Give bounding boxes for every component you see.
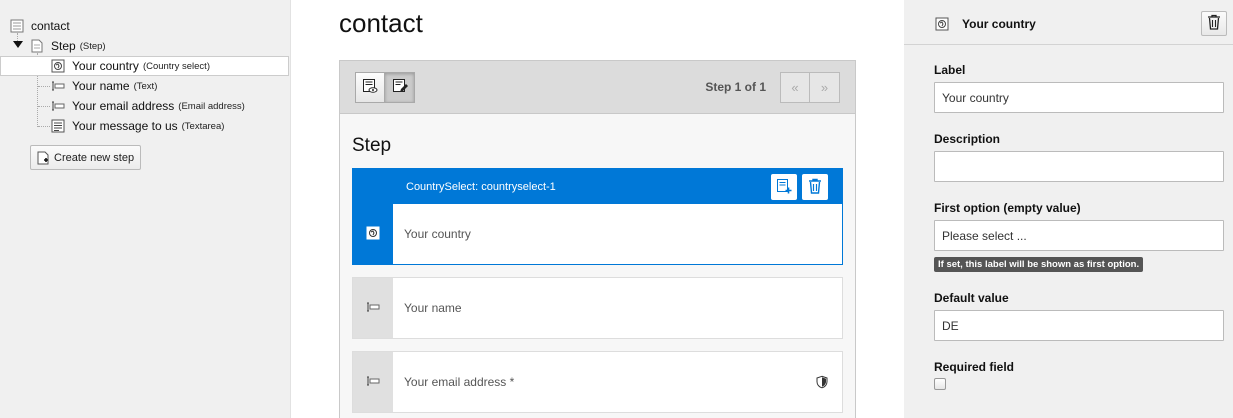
tree-item-label: contact: [31, 19, 70, 33]
element-actions: [771, 174, 828, 200]
tree-item-label: Your name: [72, 79, 130, 93]
tree-item-type: (Country select): [142, 60, 210, 72]
required-field-caption: Required field: [934, 360, 1015, 374]
form-element-email[interactable]: Your email address *: [352, 351, 843, 413]
country-select-icon: [51, 59, 65, 73]
form-element-text[interactable]: Your name: [352, 277, 843, 339]
element-type-strip: [353, 352, 393, 412]
stage-toolbar: Step 1 of 1 « »: [340, 61, 855, 114]
first-option-input[interactable]: [934, 220, 1224, 251]
tree-item-step[interactable]: Step (Step): [30, 36, 106, 56]
tree-item-email[interactable]: Your email address (Email address): [51, 96, 245, 116]
tree-guide-line: [38, 86, 50, 87]
description-input[interactable]: [934, 151, 1224, 182]
form-element-country-select[interactable]: CountrySelect: countryselect-1 Your coun…: [352, 168, 843, 265]
edit-form-icon: [392, 78, 408, 97]
form-stage-panel: Step 1 of 1 « » Step CountrySelect: coun…: [339, 60, 856, 418]
label-caption: Label: [934, 63, 966, 77]
tree-item-form-root[interactable]: contact: [10, 16, 70, 36]
add-element-icon: [776, 178, 792, 197]
default-value-caption: Default value: [934, 291, 1009, 305]
tree-item-type: (Email address): [178, 100, 245, 112]
next-step-button[interactable]: »: [810, 72, 840, 103]
tree-guide-line: [38, 106, 50, 107]
tree-guide-line: [38, 126, 50, 127]
create-new-step-label: Create new step: [54, 151, 135, 164]
trash-icon: [808, 178, 822, 197]
delete-element-button[interactable]: [802, 174, 828, 200]
text-field-icon: [366, 300, 380, 317]
step-indicator: Step 1 of 1: [705, 80, 766, 94]
tree-item-type: (Text): [133, 80, 158, 92]
inspector-panel: Your country Label Description First opt…: [904, 0, 1233, 418]
inspector-header: Your country: [904, 0, 1233, 45]
tree-item-country[interactable]: Your country (Country select): [0, 56, 289, 76]
label-input[interactable]: [934, 82, 1224, 113]
view-mode-switch: [355, 72, 415, 103]
preview-mode-button[interactable]: [355, 72, 385, 103]
form-icon: [10, 19, 24, 33]
remove-element-button[interactable]: [1201, 11, 1227, 36]
trash-icon: [1207, 14, 1221, 33]
abstract-mode-button[interactable]: [385, 72, 415, 103]
element-type-strip: [353, 278, 393, 338]
tree-item-type: (Step): [79, 40, 106, 52]
element-label: Your name: [404, 301, 462, 315]
step-pager: « »: [780, 72, 840, 103]
tree-item-label: Step: [51, 39, 76, 53]
element-label: Your email address *: [404, 375, 515, 389]
tree-item-label: Your email address: [72, 99, 175, 113]
tree-item-label: Your message to us: [72, 119, 178, 133]
collapse-caret-icon[interactable]: [13, 41, 23, 48]
tree-item-name[interactable]: Your name (Text): [51, 76, 157, 96]
description-caption: Description: [934, 132, 1001, 146]
text-field-icon: [51, 79, 65, 93]
validator-shield-icon: [816, 375, 828, 389]
page-title: contact: [339, 8, 423, 38]
create-new-step-button[interactable]: Create new step: [30, 145, 142, 170]
country-select-icon: [935, 17, 949, 31]
step-heading: Step: [352, 135, 392, 156]
country-select-icon: [366, 226, 380, 243]
preview-icon: [362, 78, 378, 97]
form-element-tree: contact Step (Step) Your country (Countr…: [0, 0, 291, 418]
required-field-checkbox[interactable]: [934, 378, 946, 390]
tree-item-type: (Textarea): [181, 120, 225, 132]
email-field-icon: [366, 374, 380, 391]
email-field-icon: [51, 99, 65, 113]
element-body-row: Your country: [353, 204, 842, 264]
element-body: Your email address *: [393, 352, 842, 412]
element-identifier: CountrySelect: countryselect-1: [406, 180, 556, 193]
element-label: Your country: [393, 204, 842, 264]
element-type-strip: [353, 204, 393, 264]
first-option-caption: First option (empty value): [934, 201, 1081, 215]
page-icon: [30, 39, 44, 53]
tree-item-label: Your country: [72, 59, 139, 73]
element-header: CountrySelect: countryselect-1: [353, 169, 842, 204]
first-option-hint: If set, this label will be shown as firs…: [934, 257, 1144, 272]
inspector-title: Your country: [962, 17, 1036, 31]
insert-element-button[interactable]: [771, 174, 797, 200]
default-value-input[interactable]: [934, 310, 1224, 341]
new-page-icon: [36, 151, 50, 165]
previous-step-button[interactable]: «: [780, 72, 810, 103]
textarea-icon: [51, 119, 65, 133]
tree-item-message[interactable]: Your message to us (Textarea): [51, 116, 224, 136]
